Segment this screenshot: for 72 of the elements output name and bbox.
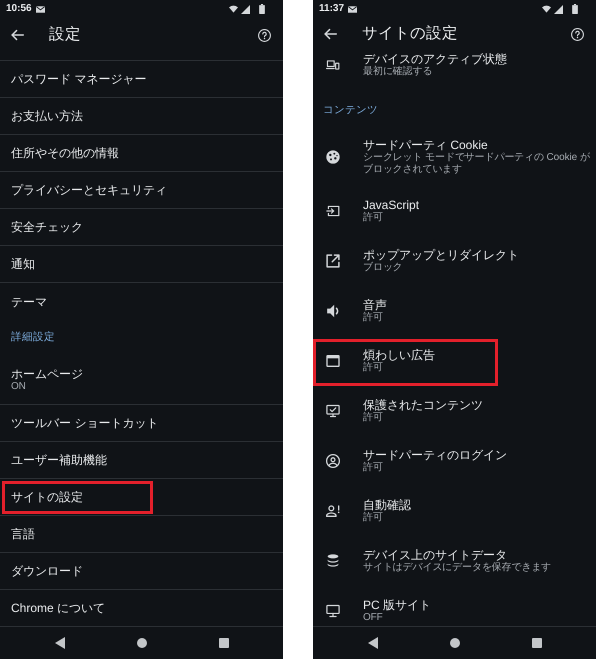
setting-title[interactable]: PC 版サイト [363,598,432,612]
setting-subtitle: シークレット モードでサードパーティの Cookie がブロックされています [363,152,591,176]
home-circle-icon[interactable] [450,638,460,648]
devices-icon [326,58,340,72]
signal-icon [241,4,250,14]
recents-square-icon[interactable] [218,638,228,648]
monitor-icon [326,604,340,618]
wifi-icon [229,5,238,13]
setting-title[interactable]: 安全チェック [11,220,83,234]
setting-title[interactable]: 保護されたコンテンツ [363,398,483,412]
external-link-icon [326,254,340,268]
setting-title[interactable]: ダウンロード [11,564,83,578]
page-title: 設定 [49,26,81,44]
section-header: 詳細設定 [10,330,56,345]
database-icon [326,554,340,568]
page-title: サイトの設定 [362,25,458,43]
back-arrow-icon[interactable] [324,28,337,40]
back-triangle-icon[interactable] [54,637,64,649]
setting-title[interactable]: プライバシーとセキュリティ [11,183,167,197]
battery-icon [572,4,578,14]
help-icon[interactable] [571,28,584,40]
setting-subtitle: 許可 [363,362,384,374]
setting-title[interactable]: 言語 [11,527,35,541]
setting-title[interactable]: ホームページ [11,366,83,380]
setting-title[interactable]: パスワード マネージャー [11,72,146,86]
setting-title[interactable]: Chrome について [11,601,106,615]
setting-title[interactable]: デバイスのアクティブ状態 [363,52,507,66]
setting-title[interactable]: 煩わしい広告 [363,348,435,362]
cookie-icon [326,150,340,164]
setting-subtitle: サイトはデバイスにデータを保存できます [363,562,552,574]
setting-title[interactable]: テーマ [11,294,47,308]
setting-subtitle: 許可 [363,412,384,424]
mail-icon [348,6,358,12]
back-triangle-icon[interactable] [368,637,378,649]
speaker-icon [326,304,340,318]
recents-square-icon[interactable] [532,638,542,648]
setting-title[interactable]: 通知 [11,257,35,271]
setting-title[interactable]: 音声 [363,298,387,312]
window-icon [326,354,340,368]
help-icon[interactable] [258,28,271,42]
setting-title[interactable]: サイトの設定 [11,490,83,504]
setting-subtitle: 許可 [363,312,384,324]
setting-subtitle: 許可 [363,212,384,224]
person-circle-icon [326,454,340,468]
monitor-check-icon [326,404,340,418]
section-header: コンテンツ [322,103,379,118]
setting-title[interactable]: JavaScript [363,198,420,212]
arrow-into-box-icon [326,204,340,218]
status-time: 10:56 [6,3,32,15]
setting-title[interactable]: ユーザー補助機能 [11,453,107,467]
setting-title[interactable]: サードパーティのログイン [363,448,507,462]
setting-title[interactable]: ポップアップとリダイレクト [363,248,519,262]
setting-title[interactable]: 住所やその他の情報 [11,146,119,160]
setting-title[interactable]: ツールバー ショートカット [11,416,158,430]
setting-title[interactable]: 自動確認 [363,498,411,512]
setting-subtitle: ブロック [363,262,404,274]
setting-title[interactable]: サードパーティ Cookie [363,138,594,152]
back-arrow-icon[interactable] [11,29,24,41]
status-time: 11:37 [319,3,344,15]
home-circle-icon[interactable] [136,638,146,648]
setting-subtitle: 許可 [363,512,384,524]
setting-subtitle: OFF [363,612,384,624]
setting-subtitle: 許可 [363,462,384,474]
setting-subtitle: ON [11,380,27,392]
person-exclamation-icon [326,504,340,518]
battery-icon [259,4,265,14]
setting-subtitle: 最初に確認する [363,66,434,78]
wifi-icon [542,5,551,13]
mail-icon [36,6,45,12]
setting-title[interactable]: デバイス上のサイトデータ [363,548,552,562]
signal-icon [554,4,563,14]
setting-title[interactable]: お支払い方法 [11,109,83,123]
